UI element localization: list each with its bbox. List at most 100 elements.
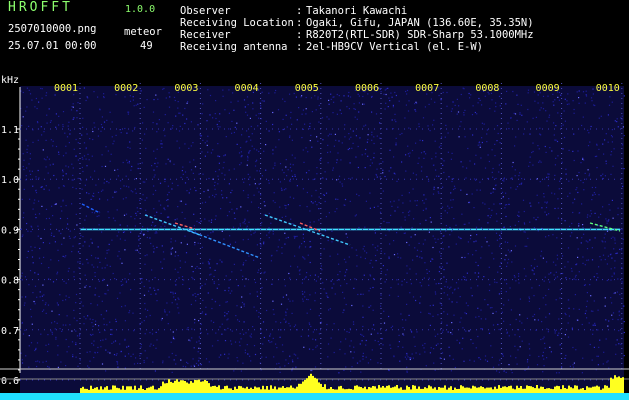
activity-bar — [204, 379, 206, 393]
noise-dot — [324, 200, 326, 203]
noise-dot — [527, 92, 529, 94]
noise-dot — [514, 145, 516, 147]
noise-dot — [289, 196, 291, 198]
noise-dot — [346, 269, 348, 271]
noise-dot — [437, 343, 439, 345]
noise-dot — [22, 153, 24, 155]
noise-dot — [486, 133, 488, 135]
noise-dot — [258, 311, 260, 314]
noise-dot — [556, 372, 558, 374]
noise-dot — [501, 191, 504, 193]
noise-dot — [93, 91, 95, 93]
noise-dot — [598, 266, 600, 268]
noise-dot — [538, 161, 540, 163]
noise-dot — [223, 238, 225, 240]
noise-dot — [529, 221, 531, 223]
noise-dot — [85, 215, 87, 217]
noise-dot — [556, 140, 559, 143]
activity-bar — [96, 387, 98, 393]
noise-dot — [406, 241, 408, 244]
noise-dot — [125, 197, 127, 199]
noise-dot — [75, 342, 77, 344]
noise-dot — [510, 355, 512, 357]
noise-dot — [226, 313, 228, 315]
noise-dot — [32, 262, 34, 264]
activity-bar — [562, 385, 564, 393]
noise-dot — [494, 155, 496, 157]
noise-dot — [35, 360, 37, 363]
noise-dot — [204, 201, 207, 203]
noise-dot — [439, 251, 441, 253]
noise-dot — [371, 111, 373, 113]
noise-dot — [190, 365, 192, 367]
activity-bar — [262, 385, 264, 393]
noise-dot — [237, 100, 239, 102]
noise-dot — [468, 92, 470, 95]
noise-dot — [81, 188, 83, 190]
noise-dot — [462, 87, 464, 89]
noise-dot — [543, 280, 545, 282]
activity-bar — [460, 385, 462, 393]
noise-dot — [622, 238, 624, 240]
noise-dot — [357, 145, 359, 148]
noise-dot — [540, 250, 543, 252]
noise-dot — [252, 326, 254, 328]
noise-dot — [101, 300, 103, 302]
noise-dot — [308, 322, 310, 324]
noise-dot — [548, 213, 550, 215]
noise-dot — [314, 274, 316, 276]
noise-dot — [524, 369, 526, 371]
noise-dot — [527, 237, 529, 239]
noise-dot — [217, 155, 219, 157]
noise-dot — [189, 161, 191, 163]
noise-dot — [420, 311, 422, 313]
noise-dot — [169, 96, 171, 98]
noise-dot — [452, 178, 455, 180]
noise-dot — [330, 280, 332, 282]
noise-dot — [492, 312, 494, 314]
noise-dot — [58, 260, 60, 262]
noise-dot — [29, 170, 31, 172]
noise-dot — [385, 88, 387, 90]
noise-dot — [621, 281, 623, 283]
noise-dot — [177, 271, 179, 273]
activity-bar — [94, 387, 96, 393]
noise-dot — [206, 144, 208, 146]
noise-dot — [174, 299, 177, 301]
noise-dot — [62, 255, 64, 257]
activity-bar — [106, 386, 108, 393]
noise-dot — [571, 270, 573, 272]
activity-bar — [580, 388, 582, 393]
noise-dot — [355, 214, 357, 216]
noise-dot — [418, 157, 420, 159]
noise-dot — [40, 126, 42, 128]
noise-dot — [337, 274, 339, 276]
noise-dot — [209, 274, 211, 276]
noise-dot — [45, 185, 47, 187]
noise-dot — [408, 100, 410, 102]
noise-dot — [526, 317, 528, 319]
noise-dot — [449, 287, 451, 290]
noise-dot — [20, 352, 22, 354]
noise-dot — [89, 286, 91, 288]
activity-bar — [478, 387, 480, 393]
noise-dot — [263, 241, 265, 243]
activity-bar — [510, 385, 512, 393]
noise-dot — [591, 359, 593, 361]
noise-dot — [358, 195, 360, 197]
noise-dot — [58, 151, 60, 153]
noise-dot — [554, 207, 556, 210]
noise-dot — [289, 163, 292, 165]
activity-bar — [348, 388, 350, 393]
noise-dot — [401, 161, 403, 163]
noise-dot — [558, 188, 560, 190]
noise-dot — [41, 310, 44, 312]
noise-dot — [122, 161, 124, 164]
noise-dot — [202, 173, 204, 175]
noise-dot — [569, 192, 571, 194]
noise-dot — [226, 197, 228, 199]
noise-dot — [164, 311, 166, 313]
noise-dot — [460, 121, 462, 123]
noise-dot — [38, 213, 41, 215]
noise-dot — [327, 356, 329, 358]
